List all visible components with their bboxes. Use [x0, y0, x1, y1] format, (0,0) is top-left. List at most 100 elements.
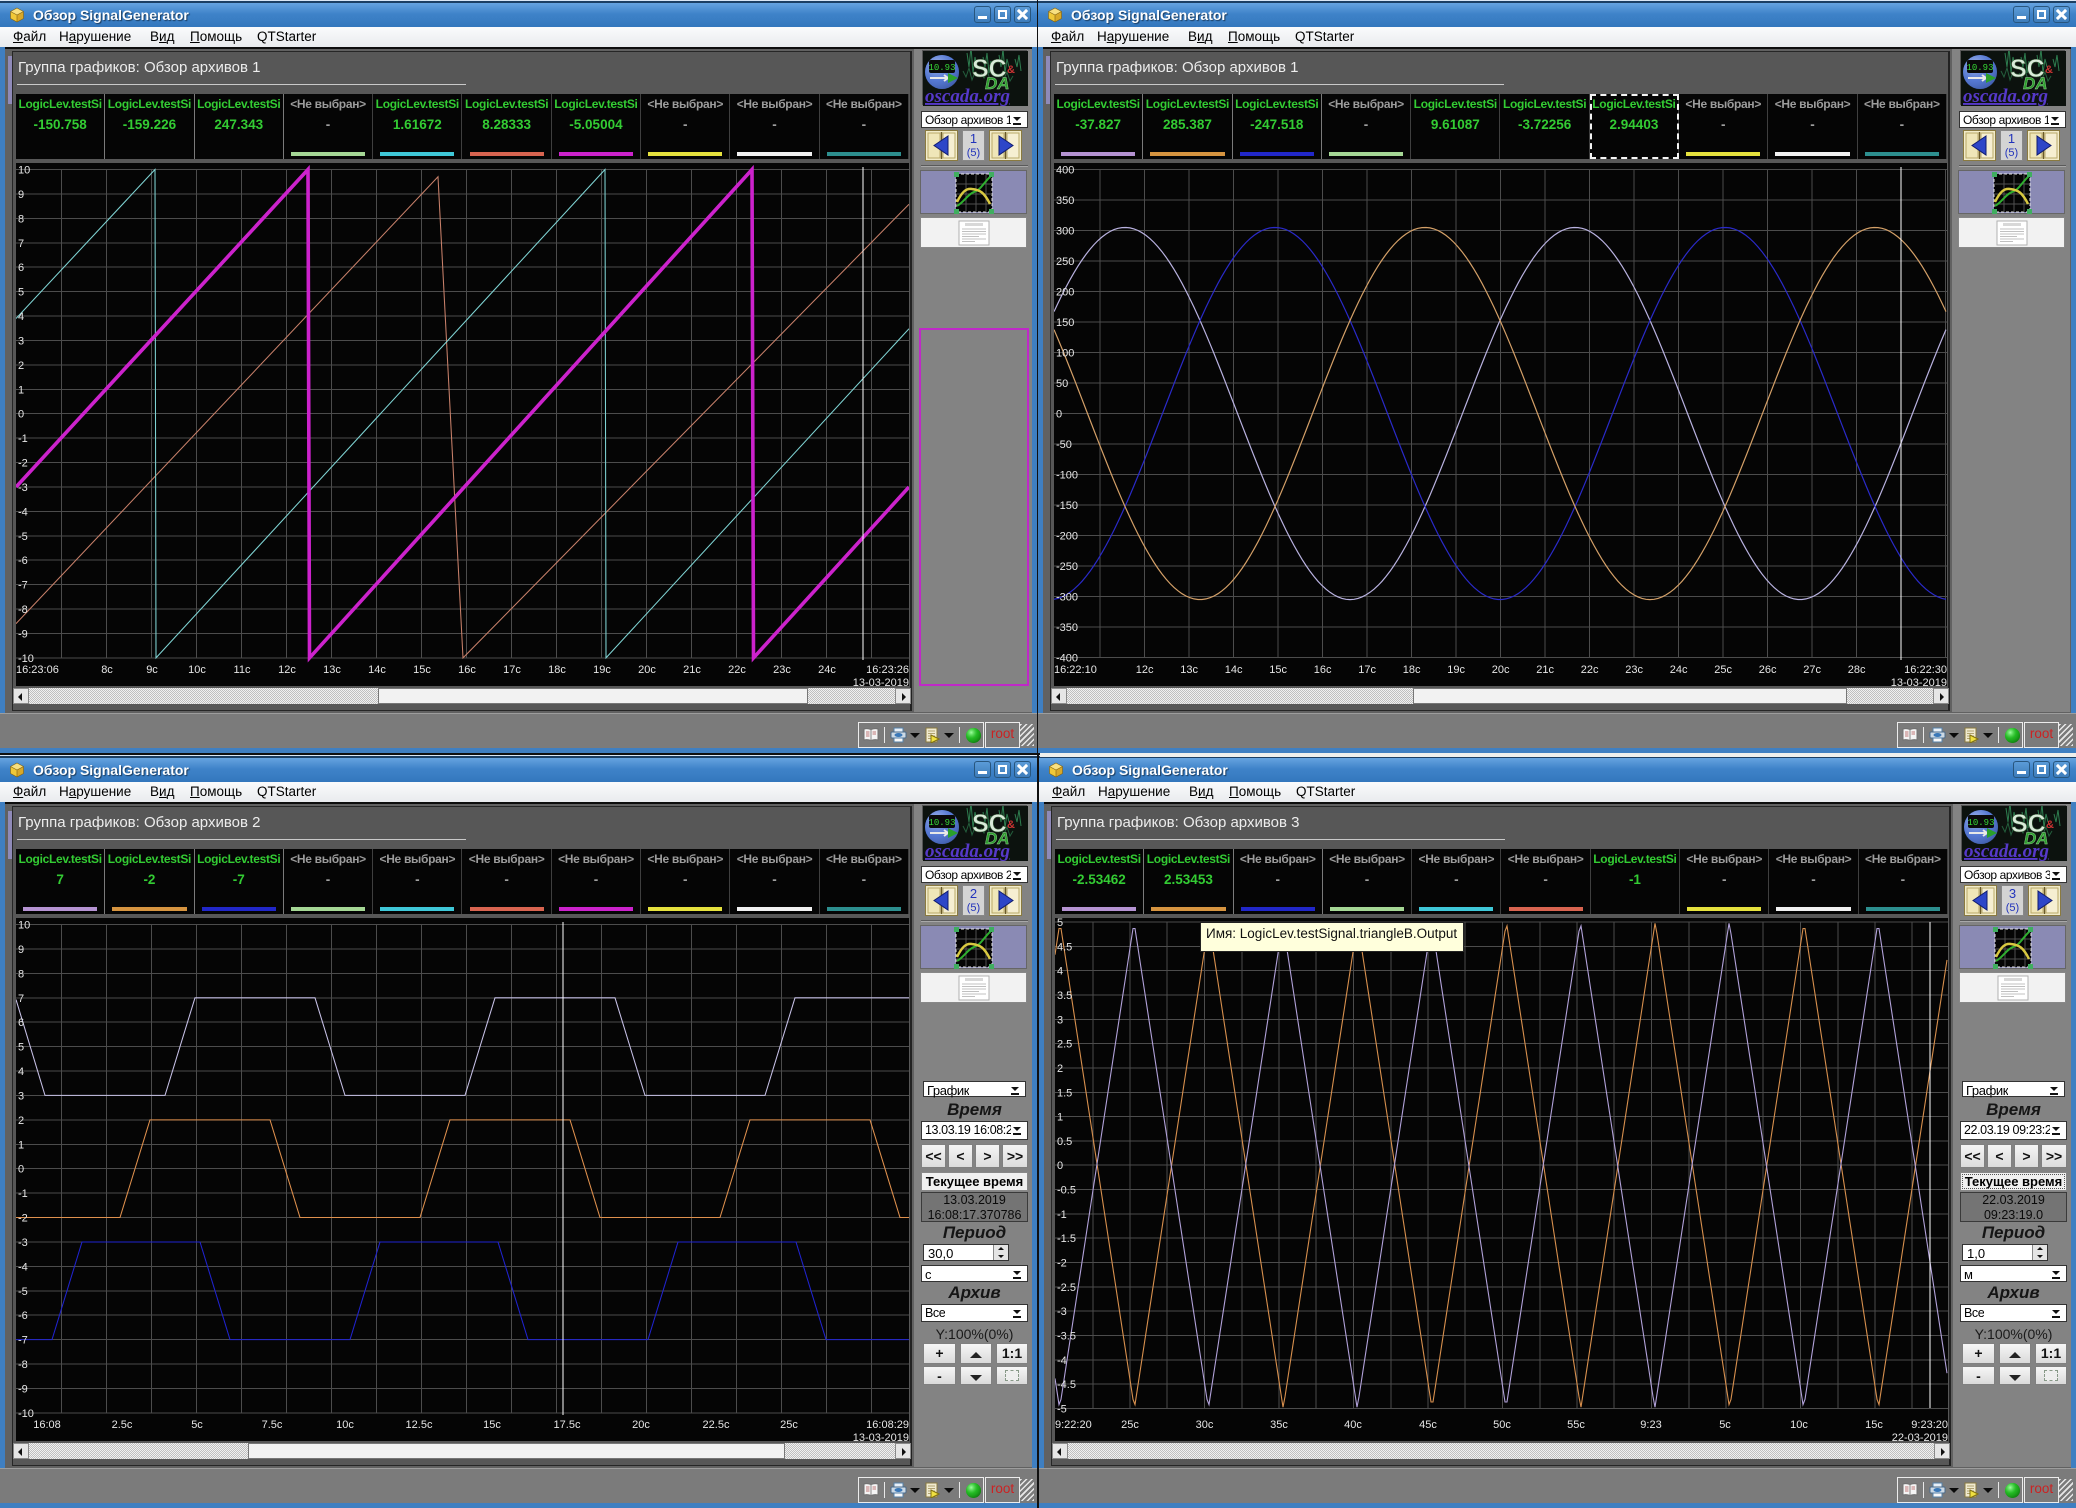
svg-text:4: 4 [18, 1066, 24, 1078]
svg-text:-1.5: -1.5 [1057, 1233, 1076, 1245]
svg-text:-1: -1 [18, 1188, 28, 1200]
svg-text:-350: -350 [1056, 622, 1078, 634]
svg-text:-2: -2 [18, 1213, 28, 1225]
svg-text:-400: -400 [1056, 653, 1078, 665]
svg-text:16:22:10: 16:22:10 [1054, 664, 1097, 676]
svg-text:-4: -4 [1057, 1355, 1067, 1367]
svg-text:3: 3 [1057, 1014, 1063, 1026]
svg-text:5c: 5c [191, 1419, 203, 1431]
svg-text:16:23:26: 16:23:26 [866, 664, 909, 676]
svg-text:7.5c: 7.5c [262, 1419, 283, 1431]
svg-text:oscada.org: oscada.org [925, 86, 1010, 106]
svg-text:10.93: 10.93 [928, 818, 955, 828]
svg-text:9c: 9c [146, 664, 158, 676]
svg-text:8: 8 [18, 213, 24, 225]
svg-text:9: 9 [18, 944, 24, 956]
svg-text:-5: -5 [1057, 1404, 1067, 1416]
svg-text:7: 7 [18, 993, 24, 1005]
svg-text:-3: -3 [18, 482, 28, 494]
svg-text:oscada.org: oscada.org [925, 841, 1010, 861]
svg-text:10.93: 10.93 [928, 63, 955, 73]
svg-text:-9: -9 [18, 1384, 28, 1396]
svg-text:13-03-2019: 13-03-2019 [853, 677, 909, 686]
svg-text:-0.5: -0.5 [1057, 1185, 1076, 1197]
svg-text:0: 0 [18, 1164, 24, 1176]
svg-text:0.5: 0.5 [1057, 1136, 1072, 1148]
svg-text:4: 4 [18, 311, 24, 323]
svg-text:22c: 22c [728, 664, 746, 676]
svg-text:11c: 11c [234, 664, 251, 676]
svg-text:19c: 19c [1447, 664, 1465, 676]
svg-text:21c: 21c [1536, 664, 1554, 676]
svg-text:15c: 15c [1865, 1419, 1883, 1431]
svg-text:-2: -2 [18, 458, 28, 470]
svg-text:15c: 15c [413, 664, 431, 676]
svg-text:100: 100 [1056, 348, 1074, 360]
svg-text:6: 6 [18, 262, 24, 274]
svg-text:15c: 15c [1269, 664, 1287, 676]
svg-text:9:23: 9:23 [1640, 1419, 1661, 1431]
svg-text:-8: -8 [18, 1359, 28, 1371]
svg-text:-10: -10 [18, 1408, 34, 1420]
svg-text:-150: -150 [1056, 500, 1078, 512]
svg-text:-9: -9 [18, 629, 28, 641]
svg-text:5c: 5c [1719, 1419, 1731, 1431]
svg-text:24c: 24c [1670, 664, 1688, 676]
svg-text:-5: -5 [18, 531, 28, 543]
svg-text:-3.5: -3.5 [1057, 1331, 1076, 1343]
svg-text:0: 0 [1057, 1160, 1063, 1172]
svg-text:10c: 10c [336, 1419, 354, 1431]
svg-text:40c: 40c [1344, 1419, 1362, 1431]
svg-text:17.5c: 17.5c [554, 1419, 581, 1431]
svg-text:13-03-2019: 13-03-2019 [1891, 677, 1947, 686]
svg-text:-3: -3 [18, 1237, 28, 1249]
svg-text:oscada.org: oscada.org [1963, 86, 2048, 106]
svg-text:3: 3 [18, 335, 24, 347]
svg-text:55c: 55c [1567, 1419, 1585, 1431]
svg-text:-4.5: -4.5 [1057, 1379, 1076, 1391]
svg-text:18c: 18c [1403, 664, 1421, 676]
svg-text:27c: 27c [1803, 664, 1821, 676]
svg-text:2.5c: 2.5c [112, 1419, 133, 1431]
svg-text:2: 2 [18, 360, 24, 372]
svg-text:50: 50 [1056, 378, 1068, 390]
svg-text:10c: 10c [188, 664, 206, 676]
svg-text:20c: 20c [1492, 664, 1510, 676]
svg-text:12c: 12c [278, 664, 296, 676]
svg-text:-6: -6 [18, 1310, 28, 1322]
svg-text:300: 300 [1056, 226, 1074, 238]
svg-text:5: 5 [18, 1042, 24, 1054]
svg-text:23c: 23c [773, 664, 791, 676]
svg-text:150: 150 [1056, 317, 1074, 329]
svg-text:9:23:20: 9:23:20 [1911, 1419, 1948, 1431]
svg-text:12.5c: 12.5c [406, 1419, 433, 1431]
svg-text:0: 0 [1056, 409, 1062, 421]
svg-text:-250: -250 [1056, 561, 1078, 573]
svg-text:2.5: 2.5 [1057, 1039, 1072, 1051]
svg-text:4.5: 4.5 [1057, 941, 1072, 953]
svg-text:2: 2 [18, 1115, 24, 1127]
svg-text:10: 10 [18, 165, 30, 177]
svg-text:-2: -2 [1057, 1258, 1067, 1270]
svg-text:16:08: 16:08 [33, 1419, 61, 1431]
svg-text:10.93: 10.93 [1966, 63, 1993, 73]
svg-text:-1: -1 [1057, 1209, 1067, 1221]
svg-text:16:08:29: 16:08:29 [866, 1419, 909, 1431]
svg-text:1: 1 [1057, 1112, 1063, 1124]
svg-text:50c: 50c [1493, 1419, 1511, 1431]
svg-text:-2.5: -2.5 [1057, 1282, 1076, 1294]
svg-text:250: 250 [1056, 256, 1074, 268]
svg-text:-7: -7 [18, 1335, 28, 1347]
svg-text:25c: 25c [1121, 1419, 1139, 1431]
svg-text:2: 2 [1057, 1063, 1063, 1075]
svg-text:18c: 18c [548, 664, 566, 676]
svg-text:13-03-2019: 13-03-2019 [853, 1432, 909, 1441]
svg-text:-6: -6 [18, 555, 28, 567]
svg-text:1: 1 [18, 384, 24, 396]
svg-text:10.93: 10.93 [1967, 818, 1994, 828]
svg-text:30c: 30c [1196, 1419, 1214, 1431]
svg-text:9: 9 [18, 189, 24, 201]
svg-text:0: 0 [18, 409, 24, 421]
svg-text:21c: 21c [683, 664, 701, 676]
svg-text:35c: 35c [1270, 1419, 1288, 1431]
